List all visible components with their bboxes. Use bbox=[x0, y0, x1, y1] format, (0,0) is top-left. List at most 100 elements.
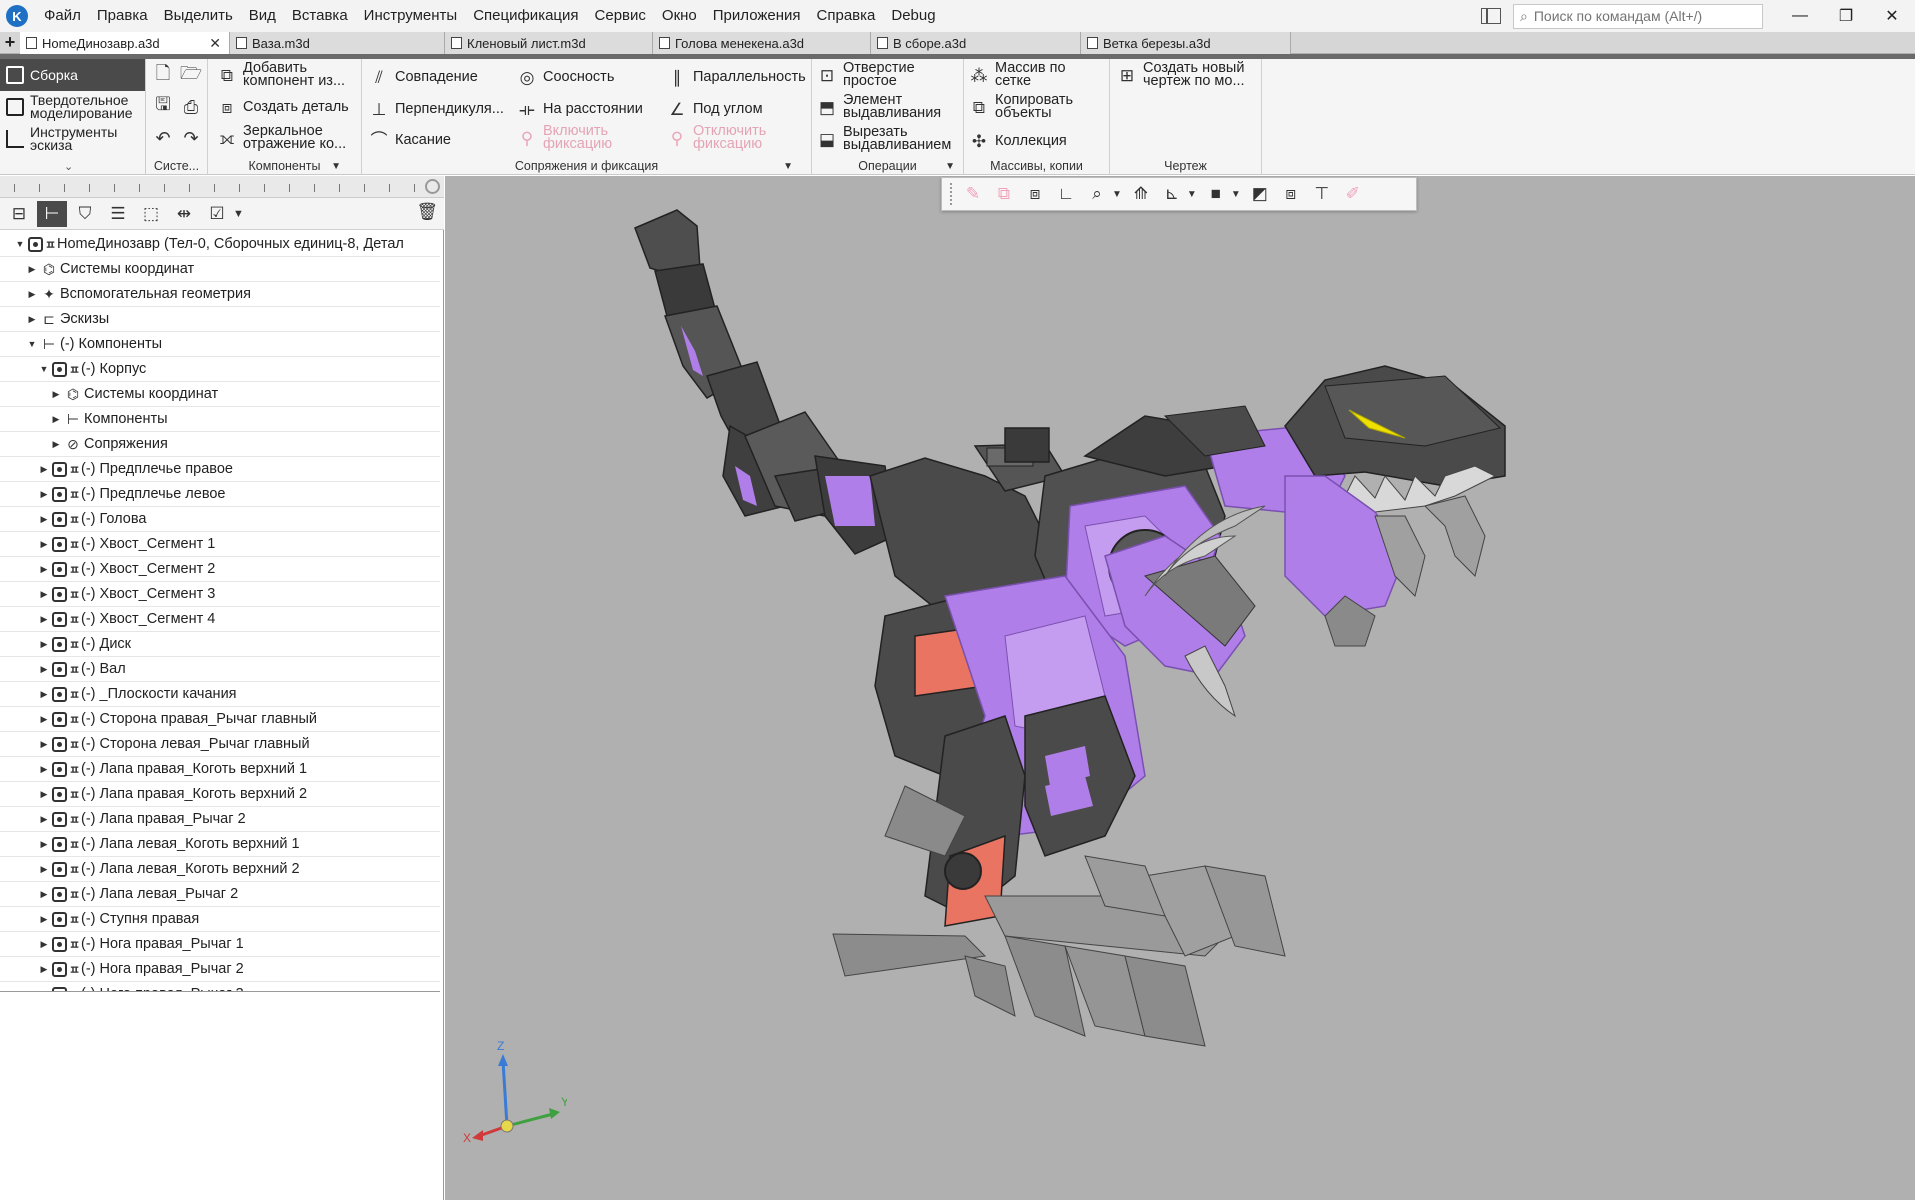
disable-fix-button[interactable]: ⚲ Отключить фиксацию bbox=[666, 124, 773, 152]
extrude-button[interactable]: ⬒ Элемент выдавливания bbox=[816, 93, 953, 121]
expand-arrow-icon[interactable]: ▶ bbox=[38, 564, 50, 575]
tree-item[interactable]: ▶ ㅍ (-) Сторона правая_Рычаг главный bbox=[0, 707, 440, 732]
panel-layout-icon[interactable] bbox=[1481, 8, 1501, 24]
tree-item[interactable]: ▶ ⊢ Компоненты bbox=[0, 407, 440, 432]
tree-item[interactable]: ▶ ㅍ (-) Ступня правая bbox=[0, 907, 440, 932]
angle-button[interactable]: ∠ Под углом bbox=[666, 99, 762, 119]
menu-edit[interactable]: Правка bbox=[89, 0, 156, 32]
minimize-button[interactable]: — bbox=[1777, 0, 1823, 32]
tree-item[interactable]: ▶ ✦ Вспомогательная геометрия bbox=[0, 282, 440, 307]
menu-insert[interactable]: Вставка bbox=[284, 0, 356, 32]
expand-arrow-icon[interactable]: ▶ bbox=[50, 389, 62, 400]
collapse-arrow-icon[interactable]: ▼ bbox=[38, 364, 50, 374]
redo-icon[interactable]: ↷ bbox=[180, 127, 202, 149]
tree-item[interactable]: ▶ ㅍ (-) Лапа правая_Коготь верхний 2 bbox=[0, 782, 440, 807]
tree-item[interactable]: ▶ ㅍ (-) Хвост_Сегмент 3 bbox=[0, 582, 440, 607]
hole-button[interactable]: ⊡ Отверстие простое bbox=[816, 61, 953, 89]
tree-item[interactable]: ▶ ㅍ (-) Диск bbox=[0, 632, 440, 657]
expand-arrow-icon[interactable]: ▶ bbox=[38, 889, 50, 900]
tree-item[interactable]: ▶ ㅍ (-) Предплечье правое bbox=[0, 457, 440, 482]
menu-view[interactable]: Вид bbox=[241, 0, 284, 32]
expand-arrow-icon[interactable]: ▶ bbox=[38, 789, 50, 800]
collapse-arrow-icon[interactable]: ▼ bbox=[14, 239, 26, 249]
expand-arrow-icon[interactable]: ▶ bbox=[26, 264, 38, 275]
tree-select-icon[interactable]: ⬚ bbox=[136, 201, 166, 227]
3d-viewport[interactable]: ✎ ⧉ ⧈ ∟ ⌕ ▼ ⟰ ⊾ ▼ ■ ▼ ◩ ⧈ ⊤ ✐ Z Y X bbox=[445, 176, 1915, 1200]
expand-arrow-icon[interactable]: ▶ bbox=[38, 689, 50, 700]
expand-arrow-icon[interactable]: ▶ bbox=[38, 514, 50, 525]
tab-vaza[interactable]: Ваза.m3d bbox=[230, 32, 445, 54]
tree-hierarchy-icon[interactable]: ⊢ bbox=[37, 200, 67, 227]
tree-item[interactable]: ▶ ㅍ (-) Нога правая_Рычаг 1 bbox=[0, 932, 440, 957]
tab-vetka-berezy[interactable]: Ветка березы.a3d bbox=[1081, 32, 1291, 54]
dropdown-arrow-icon[interactable]: ▼ bbox=[233, 208, 244, 220]
tree-item[interactable]: ▶ ㅍ (-) Лапа левая_Рычаг 2 bbox=[0, 882, 440, 907]
trash-icon[interactable]: 🗑 bbox=[416, 202, 438, 222]
mode-sketch-tools[interactable]: Инструменты эскиза bbox=[0, 123, 145, 155]
menu-specification[interactable]: Спецификация bbox=[465, 0, 586, 32]
print-icon[interactable]: ⎙ bbox=[180, 96, 202, 118]
expand-arrow-icon[interactable]: ▶ bbox=[38, 464, 50, 475]
coincidence-button[interactable]: ⫽ Совпадение bbox=[368, 67, 478, 87]
mode-assembly[interactable]: Сборка bbox=[0, 59, 145, 91]
tab-v-sbore[interactable]: В сборе.a3d bbox=[871, 32, 1081, 54]
save-icon[interactable]: 🖫 bbox=[152, 94, 174, 118]
expand-arrow-icon[interactable]: ▶ bbox=[38, 864, 50, 875]
tree-item[interactable]: ▶ ㅍ (-) Предплечье левое bbox=[0, 482, 440, 507]
restore-button[interactable]: ❐ bbox=[1823, 0, 1869, 32]
tree-item[interactable]: ▶ ㅍ (-) Хвост_Сегмент 2 bbox=[0, 557, 440, 582]
tree-item[interactable]: ▶ ㅍ (-) Хвост_Сегмент 4 bbox=[0, 607, 440, 632]
create-part-button[interactable]: ⧈ Создать деталь bbox=[216, 97, 349, 117]
expand-arrow-icon[interactable]: ▶ bbox=[38, 589, 50, 600]
mode-solid-modeling[interactable]: Твердотельное моделирование bbox=[0, 91, 145, 123]
close-tab-icon[interactable]: ✕ bbox=[209, 35, 221, 52]
collection-button[interactable]: ✣ Коллекция bbox=[968, 131, 1067, 151]
expand-arrow-icon[interactable]: ▶ bbox=[26, 289, 38, 300]
coaxial-button[interactable]: ◎ Соосность bbox=[516, 67, 615, 87]
tree-filter-icon[interactable]: ⛉ bbox=[70, 201, 100, 227]
dropdown-arrow-icon[interactable]: ▼ bbox=[783, 161, 793, 172]
tree-item[interactable]: ▼ ㅍ (-) Корпус bbox=[0, 357, 440, 382]
expand-arrow-icon[interactable]: ▶ bbox=[38, 539, 50, 550]
open-folder-icon[interactable]: 🗁 bbox=[180, 63, 202, 87]
tree-check-icon[interactable]: ☑ bbox=[202, 201, 232, 227]
expand-arrow-icon[interactable]: ▶ bbox=[38, 964, 50, 975]
tree-item[interactable]: ▶ ㅍ (-) _Плоскости качания bbox=[0, 682, 440, 707]
cut-extrude-button[interactable]: ⬓ Вырезать выдавливанием bbox=[816, 125, 965, 153]
tree-item[interactable]: ▶ ⌬ Системы координат bbox=[0, 382, 440, 407]
expand-arrow-icon[interactable]: ▶ bbox=[38, 989, 50, 992]
tree-item[interactable]: ▶ ㅍ (-) Лапа левая_Коготь верхний 1 bbox=[0, 832, 440, 857]
menu-debug[interactable]: Debug bbox=[883, 0, 943, 32]
tree-item[interactable]: ▶ ㅍ (-) Сторона левая_Рычаг главный bbox=[0, 732, 440, 757]
collapse-arrow-icon[interactable]: ▼ bbox=[26, 339, 38, 349]
expand-arrow-icon[interactable]: ▶ bbox=[38, 939, 50, 950]
settings-gear-icon[interactable] bbox=[425, 179, 440, 194]
expand-chevron-icon[interactable]: ⌄ bbox=[64, 160, 73, 173]
menu-tools[interactable]: Инструменты bbox=[356, 0, 466, 32]
tab-klenovy-list[interactable]: Кленовый лист.m3d bbox=[445, 32, 653, 54]
dinosaur-model[interactable] bbox=[445, 176, 1915, 1200]
expand-arrow-icon[interactable]: ▶ bbox=[38, 664, 50, 675]
expand-arrow-icon[interactable]: ▶ bbox=[38, 764, 50, 775]
enable-fix-button[interactable]: ⚲ Включить фиксацию bbox=[516, 124, 623, 152]
expand-arrow-icon[interactable]: ▶ bbox=[38, 839, 50, 850]
tree-item[interactable]: ▶ ⌬ Системы координат bbox=[0, 257, 440, 282]
tree-item[interactable]: ▶ ⊘ Сопряжения bbox=[0, 432, 440, 457]
parallel-button[interactable]: ∥ Параллельность bbox=[666, 67, 806, 87]
new-document-icon[interactable]: 🗋 bbox=[152, 63, 174, 87]
tree-structure-icon[interactable]: ⊟ bbox=[4, 201, 34, 227]
perpendicular-button[interactable]: ⊥ Перпендикуля... bbox=[368, 99, 504, 119]
expand-arrow-icon[interactable]: ▶ bbox=[38, 614, 50, 625]
kompas-logo-icon[interactable]: K bbox=[6, 5, 28, 27]
expand-arrow-icon[interactable]: ▶ bbox=[38, 639, 50, 650]
add-component-button[interactable]: ⧉ Добавить компонент из... bbox=[216, 61, 355, 89]
tree-item[interactable]: ▶ ㅍ (-) Лапа правая_Коготь верхний 1 bbox=[0, 757, 440, 782]
tab-golova-menekena[interactable]: Голова менекена.a3d bbox=[653, 32, 871, 54]
grid-array-button[interactable]: ⁂ Массив по сетке bbox=[968, 61, 1085, 89]
expand-arrow-icon[interactable]: ▶ bbox=[38, 714, 50, 725]
tangent-button[interactable]: ⌒ Касание bbox=[368, 130, 452, 150]
expand-arrow-icon[interactable]: ▶ bbox=[26, 314, 38, 325]
menu-service[interactable]: Сервис bbox=[587, 0, 654, 32]
dropdown-arrow-icon[interactable]: ▼ bbox=[331, 161, 341, 172]
copy-objects-button[interactable]: ⧉ Копировать объекты bbox=[968, 93, 1085, 121]
